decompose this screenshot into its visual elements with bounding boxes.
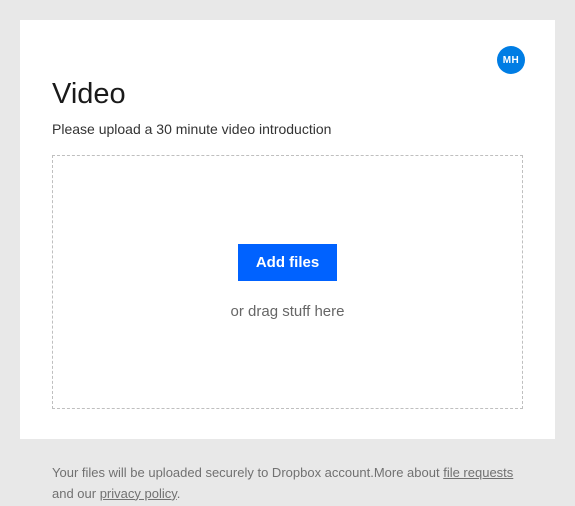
page-subtitle: Please upload a 30 minute video introduc… <box>52 121 523 137</box>
file-dropzone[interactable]: Add files or drag stuff here <box>52 155 523 409</box>
footer-text: Your files will be uploaded securely to … <box>52 465 443 480</box>
privacy-policy-link[interactable]: privacy policy <box>100 486 177 501</box>
add-files-button[interactable]: Add files <box>238 244 337 281</box>
avatar[interactable]: MH <box>497 46 525 74</box>
footer-text-after: . <box>177 486 181 501</box>
footer: Your files will be uploaded securely to … <box>20 439 555 505</box>
upload-card: MH Video Please upload a 30 minute video… <box>20 20 555 439</box>
footer-text-mid: and our <box>52 486 100 501</box>
page-title: Video <box>52 78 523 111</box>
drag-hint: or drag stuff here <box>231 303 345 320</box>
avatar-initials: MH <box>503 55 520 66</box>
file-requests-link[interactable]: file requests <box>443 465 513 480</box>
